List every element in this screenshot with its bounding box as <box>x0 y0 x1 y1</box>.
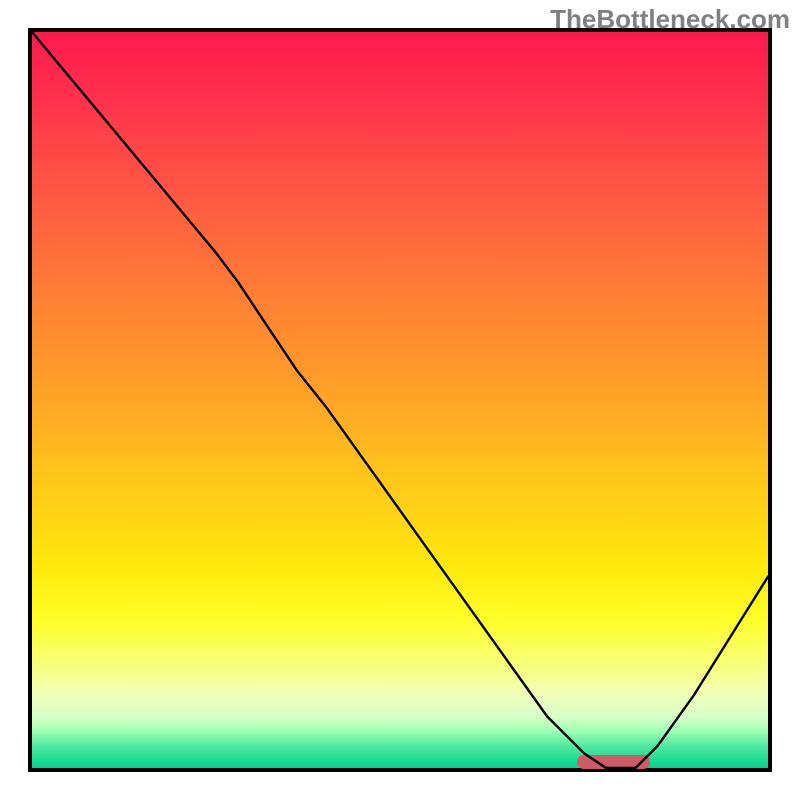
line-series <box>32 32 768 768</box>
watermark-text: TheBottleneck.com <box>550 4 790 35</box>
plot-area <box>28 28 772 772</box>
chart-container: { "watermark": "TheBottleneck.com", "cha… <box>0 0 800 800</box>
